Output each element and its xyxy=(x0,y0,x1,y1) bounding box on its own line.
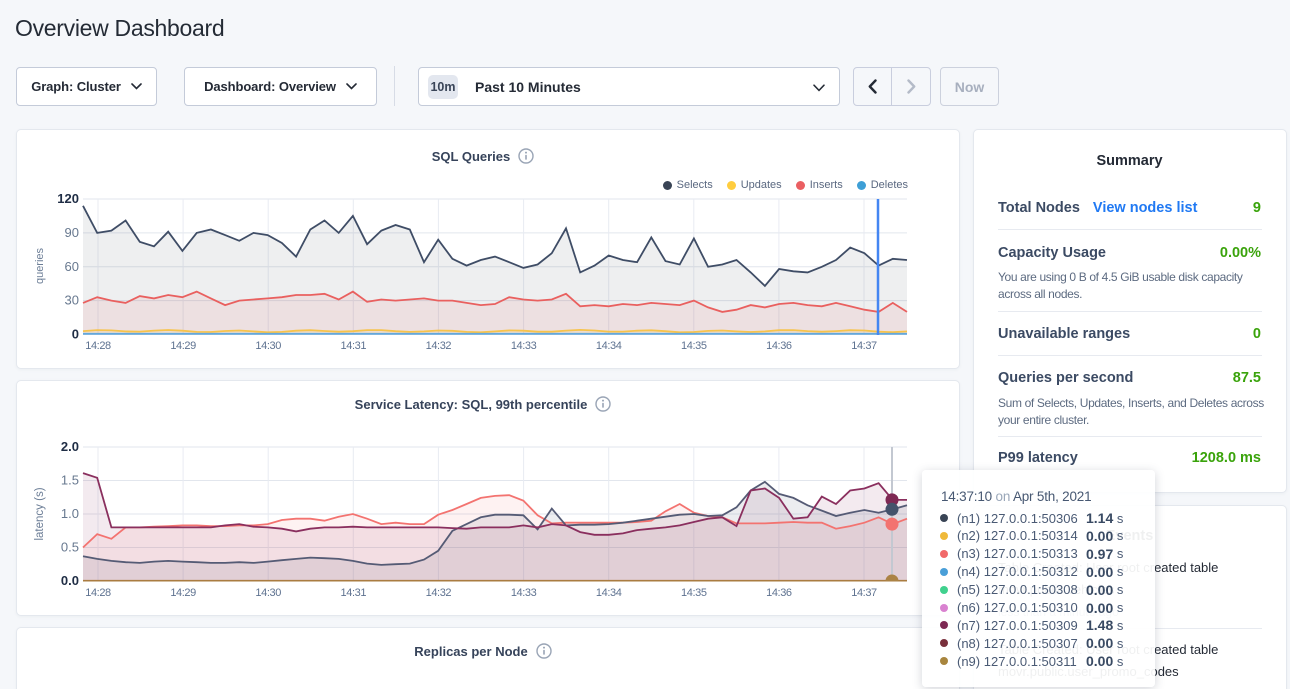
svg-text:14:34: 14:34 xyxy=(596,587,622,599)
svg-text:14:33: 14:33 xyxy=(511,587,537,599)
svg-text:30: 30 xyxy=(65,293,79,308)
svg-text:14:36: 14:36 xyxy=(766,587,792,599)
svg-text:1.0: 1.0 xyxy=(61,506,79,521)
svg-text:14:35: 14:35 xyxy=(681,587,707,599)
svg-text:14:34: 14:34 xyxy=(596,340,622,352)
svg-text:14:32: 14:32 xyxy=(426,587,452,599)
svg-text:1.5: 1.5 xyxy=(61,473,79,488)
svg-text:60: 60 xyxy=(65,259,79,274)
svg-text:14:28: 14:28 xyxy=(85,587,111,599)
svg-text:14:36: 14:36 xyxy=(766,340,792,352)
svg-text:14:28: 14:28 xyxy=(85,340,111,352)
svg-text:latency (s): latency (s) xyxy=(34,487,46,540)
svg-text:queries: queries xyxy=(34,247,46,284)
svg-text:14:31: 14:31 xyxy=(341,340,367,352)
svg-text:14:37: 14:37 xyxy=(851,340,877,352)
svg-text:14:37: 14:37 xyxy=(851,587,877,599)
svg-text:14:33: 14:33 xyxy=(511,340,537,352)
svg-text:14:29: 14:29 xyxy=(170,340,196,352)
svg-text:120: 120 xyxy=(57,191,79,206)
svg-text:14:35: 14:35 xyxy=(681,340,707,352)
svg-text:14:31: 14:31 xyxy=(341,587,367,599)
svg-text:0.5: 0.5 xyxy=(61,540,79,555)
svg-text:0.0: 0.0 xyxy=(61,573,79,588)
svg-text:14:30: 14:30 xyxy=(255,587,281,599)
svg-text:14:30: 14:30 xyxy=(255,340,281,352)
svg-text:90: 90 xyxy=(65,225,79,240)
svg-text:14:32: 14:32 xyxy=(426,340,452,352)
svg-text:0: 0 xyxy=(72,327,79,342)
svg-text:14:29: 14:29 xyxy=(170,587,196,599)
svg-text:2.0: 2.0 xyxy=(61,439,79,454)
